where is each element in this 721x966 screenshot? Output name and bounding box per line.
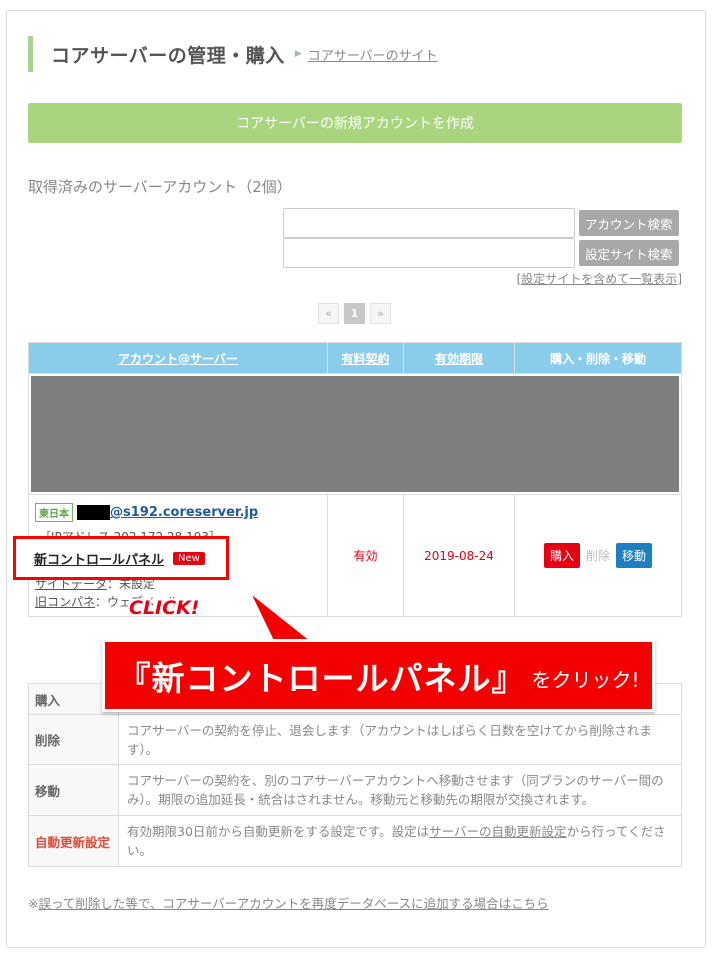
callout-sub-text: をクリック! bbox=[531, 668, 640, 692]
callout-main-text: 『新コントロールパネル』 bbox=[117, 658, 526, 698]
instruction-callout: 『新コントロールパネル』 をクリック! bbox=[102, 639, 655, 712]
footnote: ※誤って削除した等で、コアサーバーアカウントを再度データベースに追加する場合はこ… bbox=[28, 896, 549, 911]
click-annotation: CLICK! bbox=[129, 597, 200, 619]
callout-arrow bbox=[246, 588, 318, 646]
restore-account-link[interactable]: 誤って削除した等で、コアサーバーアカウントを再度データベースに追加する場合はこち… bbox=[38, 896, 548, 911]
